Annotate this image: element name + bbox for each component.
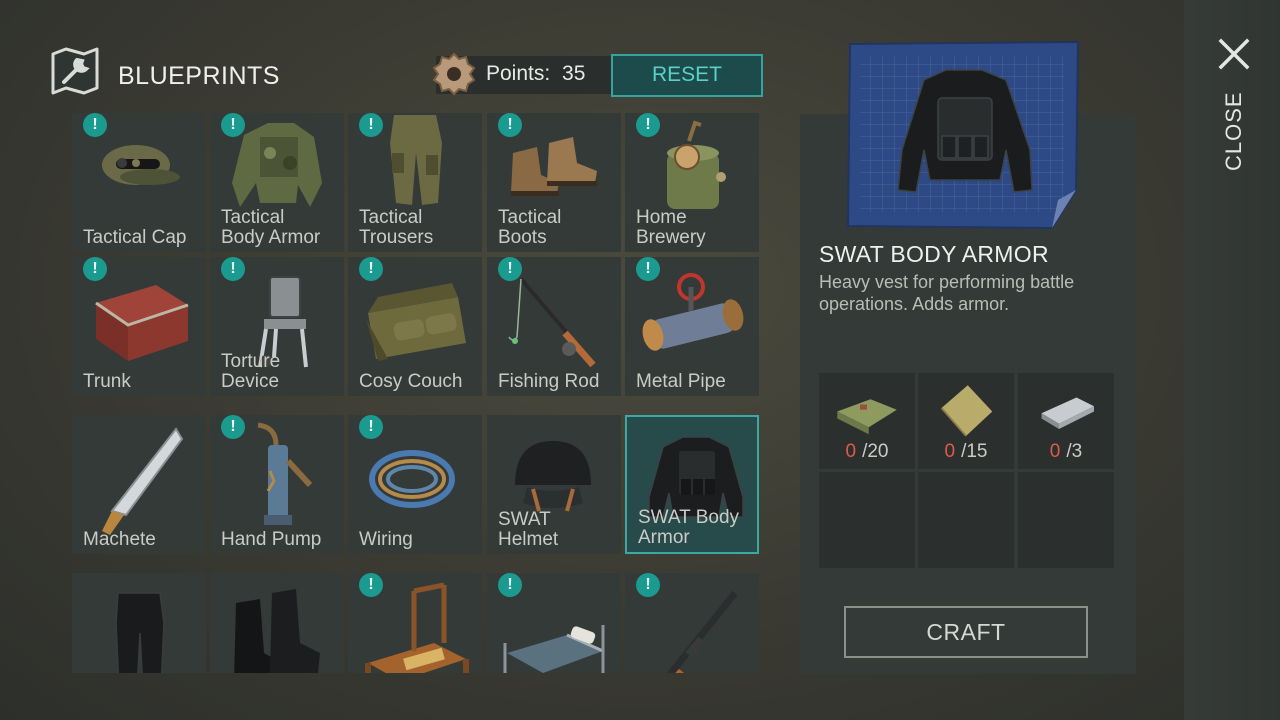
swat-boots-icon (234, 589, 320, 673)
new-alert-icon (636, 113, 660, 137)
blueprint-cell[interactable]: Torture Device (210, 257, 344, 396)
blueprint-cell[interactable]: Fishing Rod (487, 257, 621, 396)
blueprint-label: Home Brewery (636, 207, 706, 248)
close-label: CLOSE (1221, 91, 1246, 171)
blueprint-cell[interactable] (625, 573, 759, 673)
blueprint-label: Cosy Couch (359, 371, 463, 392)
burlap-icon (940, 385, 993, 437)
blueprint-preview-swat-body-armor (846, 40, 1080, 230)
new-alert-icon (636, 573, 660, 597)
fabric-icon (837, 399, 897, 435)
blueprint-cell[interactable]: Cosy Couch (348, 257, 482, 396)
blueprint-label: Wiring (359, 529, 413, 550)
blueprint-label: Tactical Boots (498, 207, 562, 248)
new-alert-icon (636, 257, 660, 281)
points-display: Points: 35 (486, 62, 585, 86)
blueprint-cell[interactable]: SWAT Body Armor (625, 415, 759, 554)
points-value: 35 (562, 62, 586, 85)
new-alert-icon (498, 573, 522, 597)
new-alert-icon (359, 415, 383, 439)
requirement-quantity: 0/20 (819, 441, 915, 463)
blueprint-cell[interactable]: Machete (72, 415, 206, 554)
blueprint-label: Hand Pump (221, 529, 322, 550)
blueprint-cell[interactable]: Home Brewery (625, 113, 759, 252)
close-icon (1218, 38, 1250, 70)
blueprint-label: SWAT Helmet (498, 509, 559, 550)
reset-button[interactable]: RESET (611, 54, 763, 97)
swat-trousers-icon (115, 592, 165, 673)
requirement-slot: 0/20 (819, 373, 915, 469)
blueprint-cell[interactable]: Metal Pipe (625, 257, 759, 396)
new-alert-icon (359, 257, 383, 281)
blueprint-grid: Tactical Cap Tactical Body Armor Tactical … (72, 113, 761, 673)
blueprint-cell[interactable] (72, 573, 206, 673)
blueprint-cell[interactable] (348, 573, 482, 673)
new-alert-icon (359, 113, 383, 137)
blueprint-label: SWAT Body Armor (638, 507, 740, 548)
new-alert-icon (83, 257, 107, 281)
blueprint-label: Metal Pipe (636, 371, 726, 392)
quantity-need: /20 (862, 441, 889, 462)
blueprint-cell[interactable]: Hand Pump (210, 415, 344, 554)
requirement-slot: 0/3 (1018, 373, 1114, 469)
requirement-slot: 0/15 (918, 373, 1014, 469)
new-alert-icon (498, 257, 522, 281)
blueprint-cell[interactable]: Tactical Cap (72, 113, 206, 252)
empty-requirement-slot (1018, 472, 1114, 568)
blueprint-label: Torture Device (221, 351, 281, 392)
blueprint-cell[interactable] (487, 573, 621, 673)
blueprint-label: Machete (83, 529, 156, 550)
new-alert-icon (221, 257, 245, 281)
quantity-need: /3 (1066, 441, 1083, 462)
close-button[interactable]: CLOSE (1204, 30, 1264, 180)
new-alert-icon (498, 113, 522, 137)
new-alert-icon (359, 573, 383, 597)
item-description: Heavy vest for performing battle operati… (819, 272, 1075, 314)
gear-token-icon (432, 52, 476, 96)
page-title: BLUEPRINTS (118, 62, 280, 90)
quantity-have: 0 (845, 441, 857, 462)
quantity-need: /15 (961, 441, 988, 462)
quantity-have: 0 (1049, 441, 1061, 462)
new-alert-icon (83, 113, 107, 137)
blueprint-map-icon (51, 47, 99, 95)
empty-requirement-slot (918, 472, 1014, 568)
blueprint-label: Trunk (83, 371, 131, 392)
blueprint-cell[interactable] (210, 573, 344, 673)
empty-requirement-slot (819, 472, 915, 568)
quantity-have: 0 (944, 441, 956, 462)
blueprint-label: Fishing Rod (498, 371, 600, 392)
blueprint-cell[interactable]: Trunk (72, 257, 206, 396)
blueprint-cell[interactable]: SWAT Helmet (487, 415, 621, 554)
requirement-quantity: 0/3 (1018, 441, 1114, 463)
steel-ingot-icon (1041, 397, 1094, 429)
new-alert-icon (221, 415, 245, 439)
blueprint-label: Tactical Trousers (359, 207, 434, 248)
requirement-quantity: 0/15 (918, 441, 1014, 463)
blueprint-label: Tactical Body Armor (221, 207, 321, 248)
points-label: Points: (486, 62, 551, 85)
item-name: SWAT BODY ARMOR (819, 241, 1049, 267)
blueprint-cell[interactable]: Tactical Trousers (348, 113, 482, 252)
blueprint-label: Tactical Cap (83, 227, 187, 248)
blueprint-cell[interactable]: Tactical Boots (487, 113, 621, 252)
new-alert-icon (221, 113, 245, 137)
blueprint-cell[interactable]: Tactical Body Armor (210, 113, 344, 252)
craft-button[interactable]: CRAFT (844, 606, 1088, 658)
blueprint-cell[interactable]: Wiring (348, 415, 482, 554)
